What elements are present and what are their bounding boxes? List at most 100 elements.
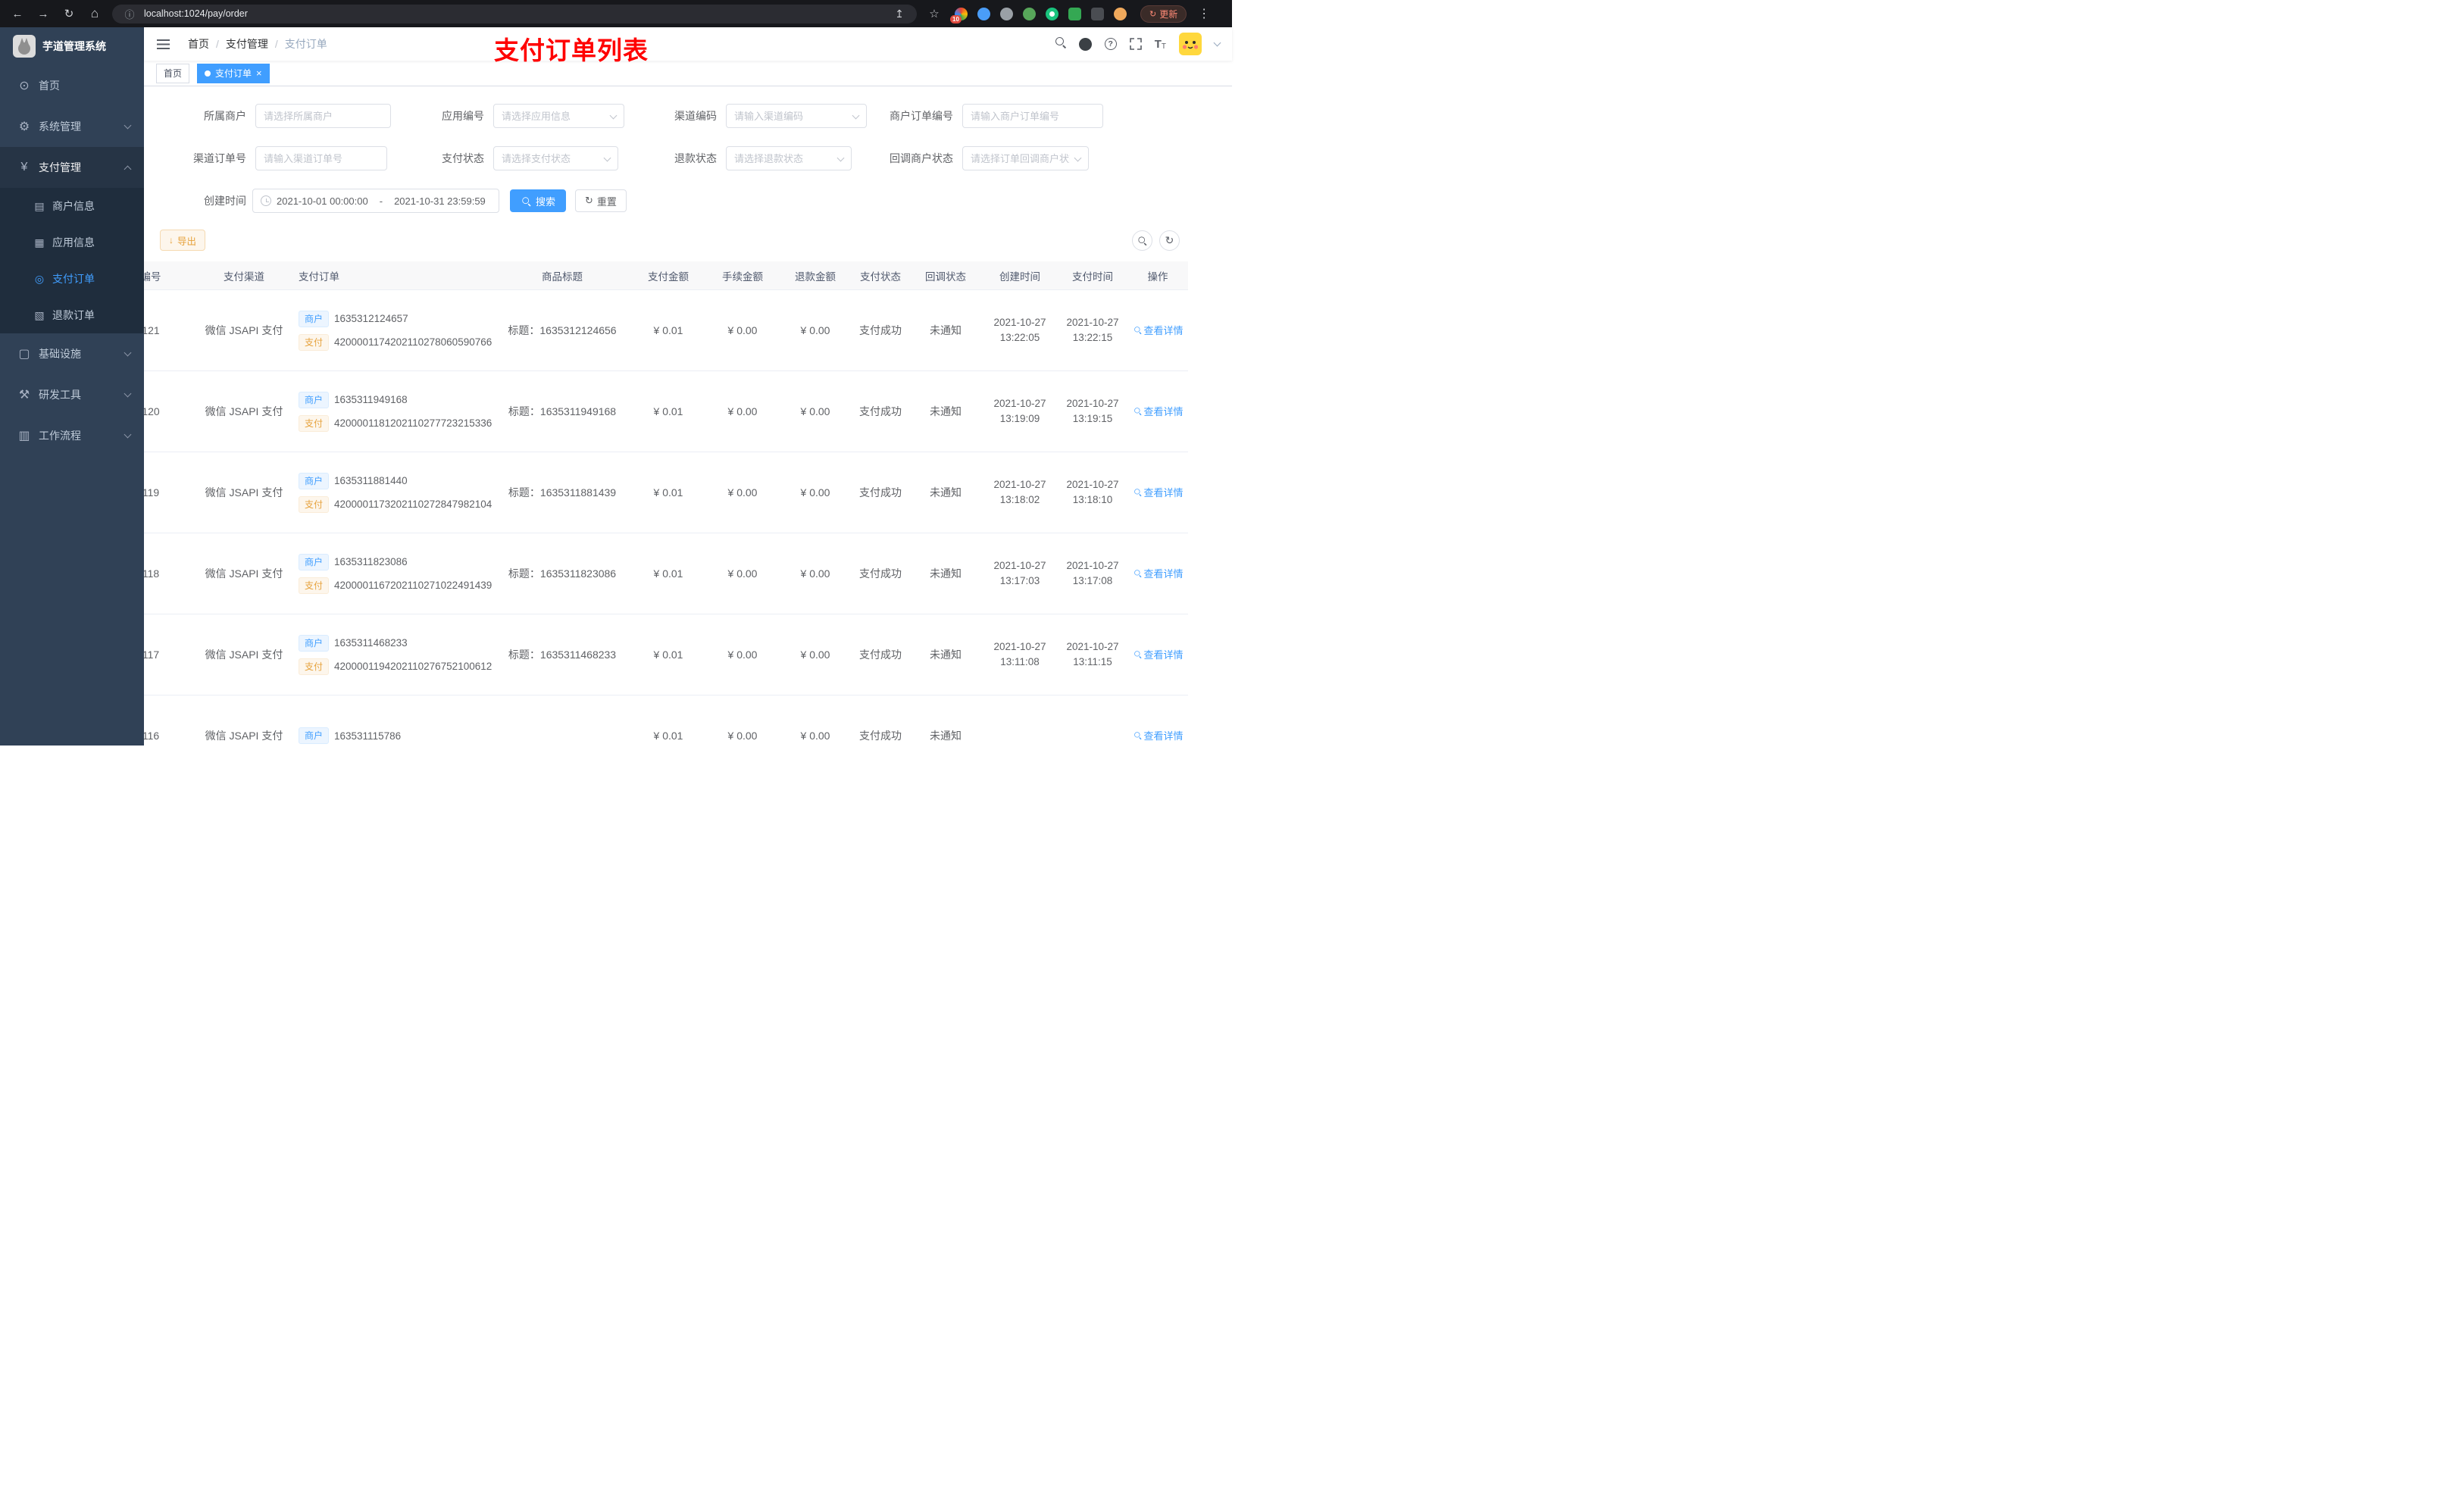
sidebar-item-infrastructure[interactable]: ▢ 基础设施	[0, 333, 144, 374]
browser-profile-avatar[interactable]	[1114, 7, 1127, 20]
merchant-tag: 商户	[299, 634, 330, 652]
pay-line: 支付 4200001181202110277723215336	[299, 414, 494, 432]
view-detail-link[interactable]: 查看详情	[1132, 647, 1184, 661]
table-row: 118 微信 JSAPI 支付 商户 1635311823086 支付 4200…	[144, 533, 1188, 614]
browser-update-button[interactable]: 更新	[1140, 5, 1187, 23]
extension-icon[interactable]	[1023, 7, 1036, 20]
cell-create-time: 2021-10-27 13:17:03	[993, 560, 1046, 586]
font-size-icon[interactable]	[1155, 38, 1166, 51]
col-create-time: 创建时间	[999, 270, 1040, 283]
cell-notify: 未通知	[930, 730, 962, 742]
export-button[interactable]: 导出	[160, 230, 206, 251]
fullscreen-icon[interactable]	[1129, 38, 1142, 50]
extension-icon[interactable]	[1000, 7, 1013, 20]
callback-status-select[interactable]	[971, 152, 1080, 164]
browser-menu-icon[interactable]	[1196, 5, 1212, 22]
extension-icon[interactable]	[1068, 7, 1081, 20]
chevron-up-icon	[124, 165, 132, 173]
tab-pay-order[interactable]: 支付订单	[197, 63, 270, 83]
pay-tag: 支付	[299, 577, 330, 594]
reset-button[interactable]: 重置	[575, 189, 627, 212]
col-amount: 支付金额	[648, 270, 689, 283]
back-icon[interactable]	[9, 5, 26, 22]
grid-icon: ▦	[34, 236, 45, 248]
view-detail-link[interactable]: 查看详情	[1132, 485, 1184, 499]
view-detail-link[interactable]: 查看详情	[1132, 323, 1184, 337]
cell-fee: ¥ 0.00	[727, 486, 758, 499]
orders-table: 编号 支付渠道 支付订单 商品标题 支付金额 手续金额 退款金额 支付状态 回调…	[144, 261, 1232, 746]
bookmark-star-icon[interactable]	[926, 5, 943, 22]
refresh-table-button[interactable]	[1159, 230, 1180, 251]
close-icon[interactable]	[256, 68, 262, 78]
pay-tag: 支付	[299, 495, 330, 513]
home-icon[interactable]	[86, 5, 103, 22]
cell-refund: ¥ 0.00	[800, 486, 830, 499]
page-content: 所属商户 应用编号 渠道编码 商户订单编号	[144, 86, 1232, 746]
breadcrumb-pay-manage[interactable]: 支付管理	[226, 36, 268, 52]
cell-id: 120	[144, 405, 160, 417]
info-icon[interactable]	[121, 5, 138, 22]
chevron-down-icon[interactable]	[1213, 39, 1221, 47]
tags-view-bar: 首页 支付订单	[144, 61, 1232, 86]
sidebar-item-dev-tools[interactable]: ⚒ 研发工具	[0, 374, 144, 415]
user-avatar[interactable]	[1179, 33, 1202, 55]
breadcrumb-home[interactable]: 首页	[188, 36, 209, 52]
pay-status-select[interactable]	[502, 152, 610, 164]
extension-icon[interactable]: 10	[950, 7, 968, 23]
cell-status: 支付成功	[859, 405, 902, 417]
magnifier-icon	[1134, 570, 1142, 577]
cell-title: 标题：1635312124656	[508, 324, 617, 336]
chevron-down-icon	[124, 430, 132, 438]
col-channel: 支付渠道	[224, 270, 264, 283]
cell-actions: 查看详情	[1127, 404, 1188, 419]
extension-icon[interactable]	[977, 7, 990, 20]
merchant-select[interactable]	[264, 110, 383, 122]
forward-icon[interactable]	[35, 5, 52, 22]
merchant-tag: 商户	[299, 391, 330, 408]
app-select[interactable]	[502, 110, 616, 122]
sidebar-item-app-info[interactable]: ▦ 应用信息	[0, 224, 144, 261]
hamburger-icon[interactable]	[157, 39, 170, 49]
toggle-search-button[interactable]	[1132, 230, 1152, 251]
breadcrumb-current: 支付订单	[284, 38, 327, 50]
sidebar-item-workflow[interactable]: ▥ 工作流程	[0, 415, 144, 456]
col-id: 编号	[144, 270, 161, 283]
search-icon[interactable]	[1055, 36, 1066, 52]
sidebar-item-payment[interactable]: ¥ 支付管理	[0, 147, 144, 188]
pay-tag: 支付	[299, 658, 330, 675]
merchant-order-no-input[interactable]	[971, 110, 1095, 122]
extension-icon[interactable]	[1046, 7, 1058, 20]
filter-channel-code: 渠道编码	[644, 104, 867, 128]
sidebar-item-merchant-info[interactable]: ▤ 商户信息	[0, 188, 144, 224]
pay-line: 支付 4200001173202110272847982104	[299, 495, 494, 513]
view-detail-link[interactable]: 查看详情	[1132, 566, 1184, 580]
reload-icon[interactable]	[61, 5, 77, 22]
github-icon[interactable]	[1078, 37, 1092, 51]
help-icon[interactable]	[1104, 38, 1117, 50]
cell-channel: 微信 JSAPI 支付	[205, 730, 283, 742]
sidebar-item-pay-order[interactable]: ◎ 支付订单	[0, 261, 144, 297]
dashboard-icon: ⊙	[19, 80, 30, 92]
share-icon[interactable]	[891, 5, 908, 22]
channel-order-no-input[interactable]	[264, 152, 379, 164]
view-detail-link[interactable]: 查看详情	[1132, 728, 1184, 742]
hammer-icon: ⚒	[18, 389, 30, 402]
gear-icon: ⚙	[18, 120, 30, 133]
monitor-icon: ▢	[18, 348, 30, 361]
refund-status-select[interactable]	[734, 152, 843, 164]
cell-order: 商户 163531115786 支付	[289, 727, 494, 744]
url-bar[interactable]: localhost:1024/pay/order	[112, 4, 917, 23]
cell-notify: 未通知	[930, 324, 962, 336]
sidebar-item-refund-order[interactable]: ▧ 退款订单	[0, 297, 144, 333]
magnifier-icon	[1134, 408, 1142, 415]
search-button[interactable]: 搜索	[510, 189, 567, 212]
extensions-puzzle-icon[interactable]	[1091, 7, 1104, 20]
date-start: 2021-10-01 00:00:00	[277, 195, 368, 207]
channel-code-select[interactable]	[734, 110, 858, 122]
tab-home[interactable]: 首页	[156, 63, 190, 83]
cell-actions: 查看详情	[1127, 728, 1188, 743]
sidebar-item-system[interactable]: ⚙ 系统管理	[0, 106, 144, 147]
view-detail-link[interactable]: 查看详情	[1132, 404, 1184, 418]
date-range-input[interactable]: 2021-10-01 00:00:00 - 2021-10-31 23:59:5…	[252, 189, 499, 213]
sidebar-item-home[interactable]: ⊙ 首页	[0, 65, 144, 106]
